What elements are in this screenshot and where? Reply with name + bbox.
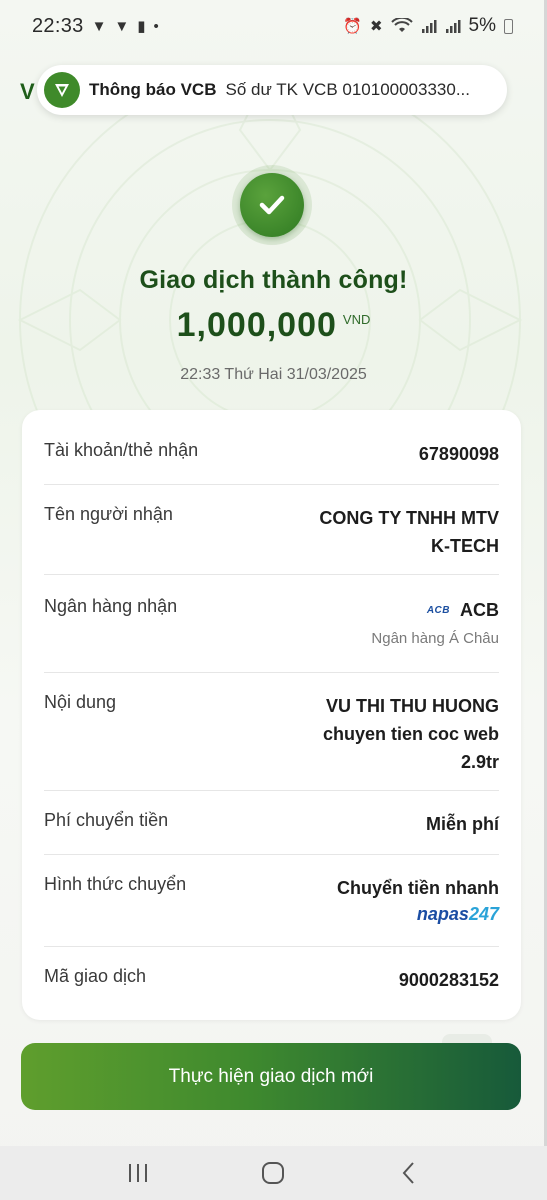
home-button[interactable] [243,1151,303,1195]
detail-row-bank: Ngân hàng nhận ACB ACB Ngân hàng Á Châu [44,596,499,647]
notification-banner[interactable]: Thông báo VCB Số dư TK VCB 010100003330.… [37,65,507,115]
transaction-id-label: Mã giao dịch [44,966,147,986]
success-badge [232,165,312,245]
back-icon [402,1162,414,1184]
shield-icon: ▼ [91,17,107,35]
detail-row-method: Hình thức chuyển Chuyển tiền nhanh napas… [44,874,499,925]
bank-name-line: ACB ACB [371,596,499,624]
recent-apps-button[interactable] [108,1151,168,1195]
status-bar-left: 22:33 ▼ ▼ ▮ • [32,15,159,38]
status-bar-right: ⏰ ✖ 5% [343,15,513,37]
recipient-value-line: CONG TY TNHH MTV [319,508,499,528]
method-value: Chuyển tiền nhanh napas247 [337,874,499,925]
method-label: Hình thức chuyển [44,874,187,894]
detail-row-content: Nội dung VU THI THU HUONG chuyen tien co… [44,692,499,776]
signal-icon [421,20,437,33]
alarm-icon: ⏰ [343,18,362,35]
app-screen: 22:33 ▼ ▼ ▮ • ⏰ ✖ 5% V Thông báo VCB Số … [0,0,547,1200]
content-value: VU THI THU HUONG chuyen tien coc web 2.9… [323,692,499,776]
content-value-line: 2.9tr [460,752,499,772]
wifi-icon [390,18,413,32]
content-label: Nội dung [44,692,117,712]
detail-row-recipient: Tên người nhận CONG TY TNHH MTV K-TECH [44,504,499,560]
divider [44,790,499,791]
bank-label: Ngân hàng nhận [44,596,178,616]
transaction-id-value: 9000283152 [398,970,499,990]
dot-icon: • [153,17,159,35]
amount-row: 1,000,000 VND [0,306,547,345]
napas-logo-number: 247 [468,904,499,924]
signal-icon [445,20,461,33]
home-icon [262,1162,285,1184]
recent-apps-icon [128,1164,147,1182]
result-title: Giao dịch thành công! [139,266,408,294]
new-transaction-button[interactable]: Thực hiện giao dịch mới [21,1043,521,1110]
acb-logo-icon: ACB [426,604,450,616]
divider [44,854,499,855]
detail-row-transaction-id: Mã giao dịch 9000283152 [44,966,499,994]
divider [44,946,499,947]
vcb-logo-edge: V [20,79,35,104]
system-nav-bar [0,1146,547,1200]
battery-icon [504,18,513,34]
detail-row-account: Tài khoản/thẻ nhận 67890098 [44,440,499,468]
battery-saver-icon: ▮ [137,18,146,35]
details-card: Tài khoản/thẻ nhận 67890098 Tên người nh… [22,410,521,1020]
bank-short-name: ACB [460,600,499,620]
account-value: 67890098 [418,444,499,464]
method-value-text: Chuyển tiền nhanh [337,878,499,898]
divider [44,574,499,575]
clock: 22:33 [32,14,84,37]
detail-row-fee: Phí chuyển tiền Miễn phí [44,810,499,838]
divider [44,484,499,485]
mute-icon: ✖ [369,18,383,35]
fee-label: Phí chuyển tiền [44,810,169,830]
napas247-logo: napas247 [337,904,499,925]
transfer-amount: 1,000,000 [176,306,337,344]
recipient-value: CONG TY TNHH MTV K-TECH [319,504,499,560]
vcb-logo-icon [44,72,80,108]
content-value-line: chuyen tien coc web [322,724,499,744]
battery-percent: 5% [468,15,496,36]
account-label: Tài khoản/thẻ nhận [44,440,199,460]
status-bar: 22:33 ▼ ▼ ▮ • ⏰ ✖ 5% [0,0,547,52]
content-value-line: VU THI THU HUONG [326,696,499,716]
back-button[interactable] [379,1151,439,1195]
bank-full-name: Ngân hàng Á Châu [371,630,499,647]
currency-label: VND [342,312,371,327]
shield-icon: ▼ [114,17,130,35]
notification-app-name: Thông báo VCB [89,80,217,99]
napas-logo-text: napas [416,904,469,924]
recipient-value-line: K-TECH [431,536,499,556]
recipient-label: Tên người nhận [44,504,173,524]
fee-value: Miễn phí [426,814,499,834]
bank-value: ACB ACB Ngân hàng Á Châu [371,596,499,647]
checkmark-icon [240,173,304,237]
transaction-datetime: 22:33 Thứ Hai 31/03/2025 [180,366,367,383]
notification-message: Số dư TK VCB 010100003330... [225,80,471,99]
divider [44,672,499,673]
